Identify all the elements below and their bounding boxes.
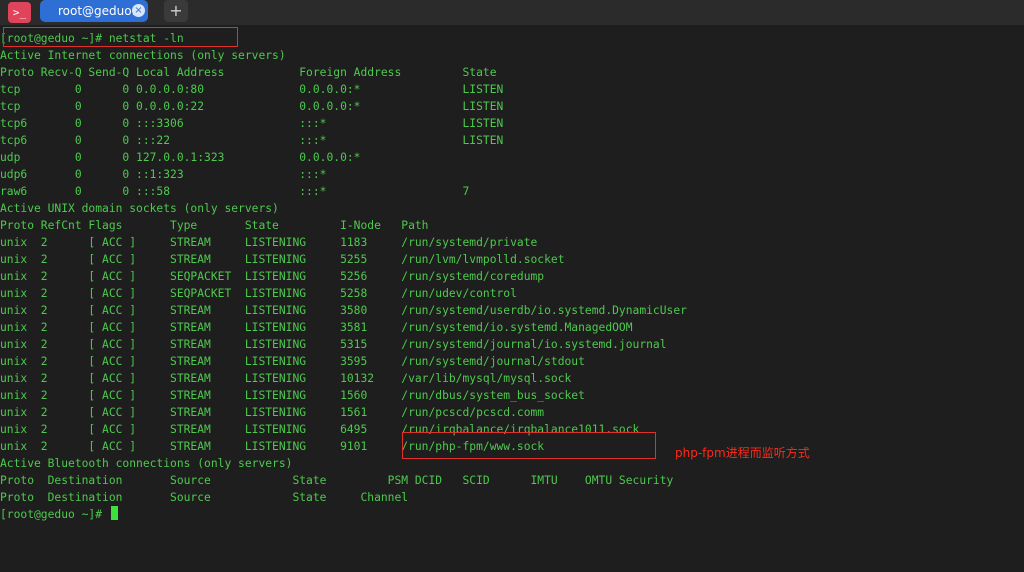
prompt-text: [root@geduo ~]# — [0, 508, 109, 521]
php-fpm-sock-highlight-box — [402, 432, 656, 459]
tab-root-geduo[interactable]: root@geduo:~ × — [40, 0, 148, 22]
close-icon[interactable]: × — [132, 4, 145, 17]
terminal-line: udp 0 0 127.0.0.1:323 0.0.0.0:* — [0, 151, 361, 164]
terminal-line: tcp 0 0 0.0.0.0:80 0.0.0.0:* LISTEN — [0, 83, 504, 96]
terminal-line: Active Internet connections (only server… — [0, 49, 286, 62]
command-highlight-box — [3, 27, 238, 47]
terminal-line: udp6 0 0 ::1:323 :::* — [0, 168, 327, 181]
terminal-line: tcp6 0 0 :::3306 :::* LISTEN — [0, 117, 504, 130]
terminal-line: Active UNIX domain sockets (only servers… — [0, 202, 279, 215]
terminal-line: tcp 0 0 0.0.0.0:22 0.0.0.0:* LISTEN — [0, 100, 504, 113]
terminal-line: tcp6 0 0 :::22 :::* LISTEN — [0, 134, 504, 147]
new-tab-button[interactable]: + — [164, 0, 188, 22]
terminal-line: unix 2 [ ACC ] STREAM LISTENING 1560 /ru… — [0, 389, 585, 402]
terminal-line: Active Bluetooth connections (only serve… — [0, 457, 293, 470]
terminal-output[interactable]: [root@geduo ~]# netstat -ln Active Inter… — [0, 30, 1024, 572]
terminal-line: Proto Destination Source State PSM DCID … — [0, 474, 674, 487]
terminal-line: Proto Destination Source State Channel — [0, 491, 409, 504]
tab-bar: >_ root@geduo:~ × + — [0, 0, 1024, 25]
terminal-line: unix 2 [ ACC ] STREAM LISTENING 1561 /ru… — [0, 406, 545, 419]
terminal-line: unix 2 [ ACC ] STREAM LISTENING 1183 /ru… — [0, 236, 538, 249]
terminal-line: unix 2 [ ACC ] STREAM LISTENING 3595 /ru… — [0, 355, 585, 368]
terminal-line: Proto RefCnt Flags Type State I-Node Pat… — [0, 219, 429, 232]
terminal-line: unix 2 [ ACC ] SEQPACKET LISTENING 5256 … — [0, 270, 545, 283]
terminal-line: unix 2 [ ACC ] STREAM LISTENING 3581 /ru… — [0, 321, 633, 334]
terminal-app-icon[interactable]: >_ — [8, 2, 31, 23]
terminal-line: Proto Recv-Q Send-Q Local Address Foreig… — [0, 66, 497, 79]
prompt-line[interactable]: [root@geduo ~]# — [0, 506, 118, 523]
terminal-line: raw6 0 0 :::58 :::* 7 — [0, 185, 470, 198]
terminal-line: unix 2 [ ACC ] STREAM LISTENING 5255 /ru… — [0, 253, 565, 266]
text-cursor — [110, 506, 118, 520]
terminal-line: unix 2 [ ACC ] STREAM LISTENING 3580 /ru… — [0, 304, 687, 317]
terminal-line: unix 2 [ ACC ] STREAM LISTENING 5315 /ru… — [0, 338, 667, 351]
annotation-label: php-fpm进程而监听方式 — [675, 446, 810, 460]
terminal-line: unix 2 [ ACC ] STREAM LISTENING 10132 /v… — [0, 372, 572, 385]
terminal-line: unix 2 [ ACC ] SEQPACKET LISTENING 5258 … — [0, 287, 517, 300]
